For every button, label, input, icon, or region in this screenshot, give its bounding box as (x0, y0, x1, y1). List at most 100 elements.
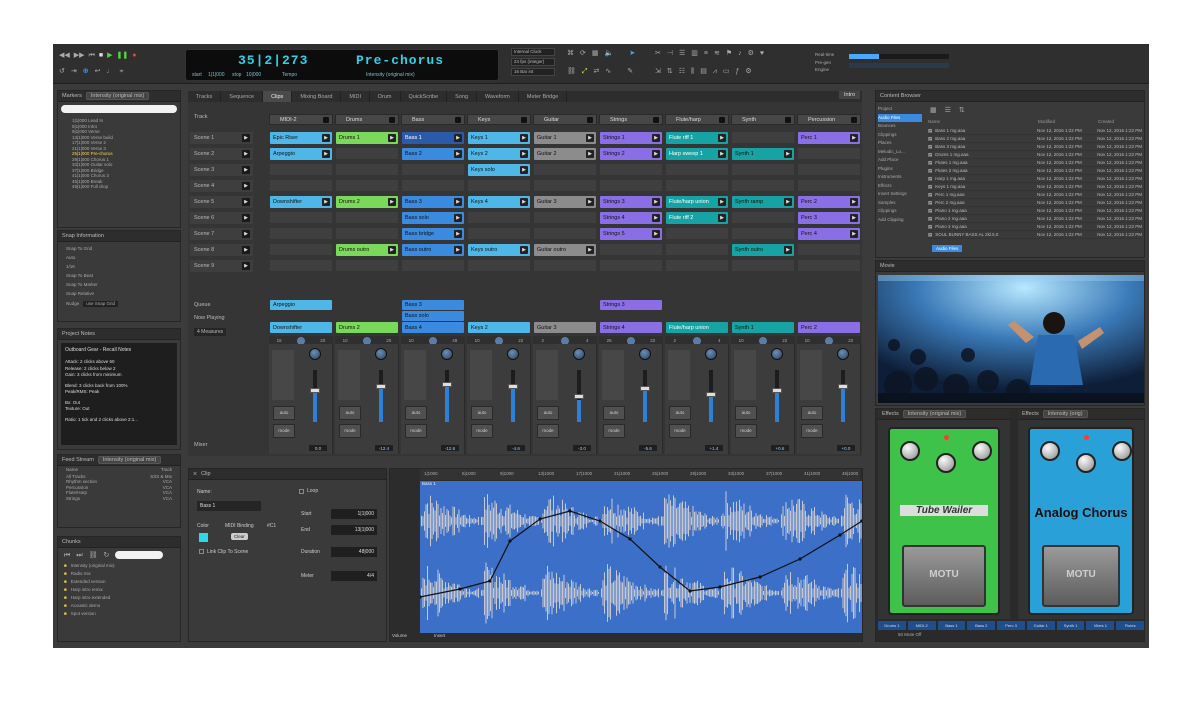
auto-mode-button[interactable]: auto (273, 406, 295, 420)
clip-cell[interactable]: Guitar 1 ▶ (534, 132, 596, 144)
clip-cell[interactable]: Perc 3 ▶ (798, 212, 860, 224)
clip-cell[interactable]: Downshifter ▶ (270, 196, 332, 208)
queued-clip[interactable]: Bass 3 (402, 300, 464, 310)
clip-cell[interactable]: Drums outro ▶ (336, 244, 398, 256)
now-playing-clip[interactable]: Downshifter (270, 322, 332, 333)
list-view-icon[interactable]: ☰ (945, 107, 951, 114)
empty-slot[interactable] (732, 212, 794, 224)
tree-item[interactable]: Plugins (878, 165, 922, 174)
clip-play-icon[interactable]: ▶ (454, 134, 462, 142)
speaker-icon[interactable]: 🔈 (605, 50, 614, 57)
file-row[interactable]: ▤ Flutes 2 mg.aaa Nov 12, 2016 1:22 PM Nov … (928, 167, 1142, 175)
chunk-select[interactable]: Intensity (original mix) (366, 72, 415, 78)
empty-slot[interactable] (270, 180, 332, 192)
scene-row[interactable]: Scene 2 ▶ (190, 148, 253, 160)
fader-cap[interactable] (310, 388, 320, 393)
tab-midi[interactable]: MIDI (341, 91, 371, 102)
notes-body[interactable]: Outboard Gear - Recall Notes Attack: 2 c… (61, 343, 177, 445)
clip-play-icon[interactable]: ▶ (784, 246, 792, 254)
fast-forward-icon[interactable]: ▶▶ (74, 52, 85, 59)
scene-row[interactable]: Scene 8 ▶ (190, 244, 253, 256)
fader-cap[interactable] (376, 384, 386, 389)
clip-play-icon[interactable]: ▶ (586, 150, 594, 158)
pan-knob[interactable] (639, 348, 651, 360)
scene-launch-icon[interactable]: ▶ (242, 230, 250, 238)
marker-row[interactable]: 49|1|000 Full drop (72, 184, 166, 190)
track-stop-icon[interactable] (587, 117, 593, 123)
chunk-refresh-icon[interactable]: ↻ (104, 552, 110, 559)
bottom-track-button[interactable]: Bass 1 (937, 621, 966, 630)
skip-back-icon[interactable]: ⏮ (89, 52, 95, 59)
clear-button[interactable]: Clear (231, 533, 248, 540)
clip-play-icon[interactable]: ▶ (520, 246, 528, 254)
clip-play-icon[interactable]: ▶ (718, 198, 726, 206)
empty-slot[interactable] (798, 244, 860, 256)
clip-cell[interactable]: Guitar 2 ▶ (534, 148, 596, 160)
scene-row[interactable]: Scene 1 ▶ (190, 132, 253, 144)
clip-play-icon[interactable]: ▶ (388, 198, 396, 206)
clip-cell[interactable]: Strings 1 ▶ (600, 132, 662, 144)
markers-chunk-select[interactable]: Intensity (original mix) (85, 92, 150, 100)
chunk-next-icon[interactable]: ⏭ (76, 552, 82, 559)
auto-mode-button[interactable]: auto (603, 406, 625, 420)
cycle-icon[interactable]: ⟳ (580, 50, 586, 57)
pan-knob[interactable] (375, 348, 387, 360)
queued-clip[interactable]: Bass solo (402, 311, 464, 321)
empty-slot[interactable] (600, 164, 662, 176)
tab-chunk-select[interactable]: Intro (839, 91, 861, 99)
volume-fader[interactable] (841, 370, 845, 422)
track-header[interactable]: Synth (731, 114, 795, 125)
input-mode-button[interactable]: mode (273, 424, 295, 438)
empty-slot[interactable] (270, 260, 332, 272)
scene-row[interactable]: Scene 4 ▶ (190, 180, 253, 192)
clip-play-icon[interactable]: ▶ (454, 214, 462, 222)
empty-slot[interactable] (402, 260, 464, 272)
bar-setting[interactable]: 16 Bar int (511, 68, 555, 76)
input-mode-button[interactable]: mode (801, 424, 823, 438)
track-stop-icon[interactable] (521, 117, 527, 123)
file-row[interactable]: ▤ Piano 2 mg.aaa Nov 12, 2016 1:22 PM Nov 1… (928, 215, 1142, 223)
track-header[interactable]: Bass (401, 114, 465, 125)
bottom-track-button[interactable]: Perc 3 (997, 621, 1025, 630)
merge-icon[interactable]: ⇄ (594, 68, 600, 75)
empty-slot[interactable] (270, 228, 332, 240)
empty-slot[interactable] (468, 180, 530, 192)
clip-cell[interactable]: Strings 2 ▶ (600, 148, 662, 160)
clip-play-icon[interactable]: ▶ (388, 134, 396, 142)
empty-slot[interactable] (534, 260, 596, 272)
chunk-prev-icon[interactable]: ⏮ (64, 552, 70, 559)
empty-slot[interactable] (468, 212, 530, 224)
overdub-icon[interactable]: ⊕ (83, 68, 89, 75)
input-mode-button[interactable]: mode (537, 424, 559, 438)
clip-cell[interactable]: Perc 4 ▶ (798, 228, 860, 240)
pedal-knob[interactable] (1112, 441, 1132, 461)
automation-point[interactable] (758, 575, 762, 579)
empty-slot[interactable] (666, 180, 728, 192)
loop-checkbox[interactable] (299, 489, 304, 494)
pan-knob[interactable] (705, 348, 717, 360)
empty-slot[interactable] (798, 164, 860, 176)
empty-slot[interactable] (732, 260, 794, 272)
snap-option[interactable]: Snap To Marker (66, 280, 172, 289)
tab-mixing-board[interactable]: Mixing Board (292, 91, 342, 102)
close-icon[interactable]: × (193, 471, 197, 478)
clip-play-icon[interactable]: ▶ (718, 134, 726, 142)
track-stop-icon[interactable] (323, 117, 329, 123)
empty-slot[interactable] (666, 244, 728, 256)
track-stop-icon[interactable] (389, 117, 395, 123)
scene-launch-icon[interactable]: ▶ (242, 182, 250, 190)
countoff-icon[interactable]: ⌖ (120, 68, 124, 75)
trim-icon[interactable]: ⊣ (667, 50, 673, 57)
measures-select[interactable]: 4 Measures (194, 328, 227, 336)
file-row[interactable]: ▤ Drums 1 mg.aaa Nov 12, 2016 1:22 PM Nov 1… (928, 151, 1142, 159)
meter-field[interactable]: 4/4 (331, 571, 377, 581)
tab-quickscribe[interactable]: QuickScribe (401, 91, 448, 102)
clip-play-icon[interactable]: ▶ (322, 134, 330, 142)
volume-fader[interactable] (313, 370, 317, 422)
clip-cell[interactable]: Perc 1 ▶ (798, 132, 860, 144)
tab-tracks[interactable]: Tracks (188, 91, 222, 102)
auto-rewind-icon[interactable]: ↩ (95, 68, 101, 75)
automation-point[interactable] (508, 539, 512, 543)
empty-slot[interactable] (666, 228, 728, 240)
clip-icon[interactable]: ▭ (723, 68, 730, 75)
